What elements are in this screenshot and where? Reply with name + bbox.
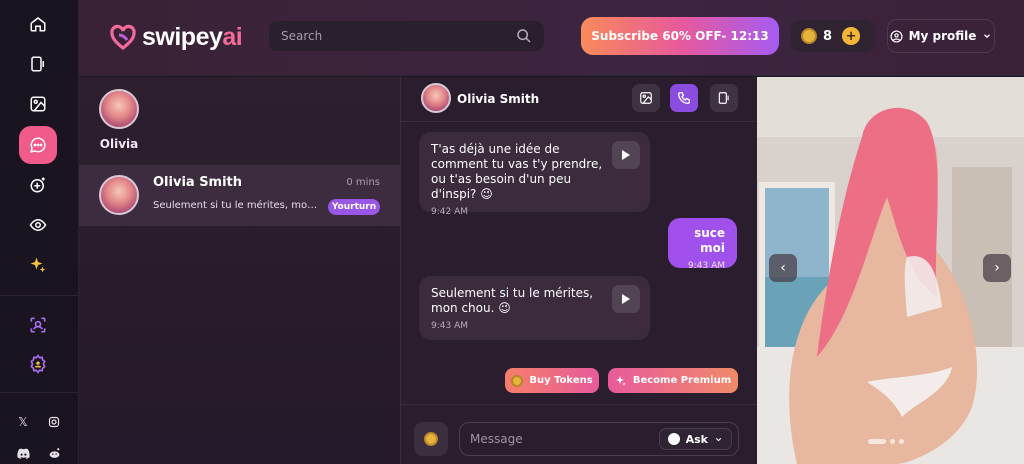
become-premium-button[interactable]: Become Premium (608, 368, 738, 393)
profile-photo-carousel: ‹ › (757, 77, 1024, 464)
message-incoming: Seulement si tu le mérites, mon chou. 😉 … (419, 276, 650, 340)
sidebar-item-create[interactable] (19, 166, 57, 204)
sidebar-item-settings[interactable] (19, 345, 57, 383)
sidebar-item-discover[interactable] (19, 306, 57, 344)
conversation-preview: Seulement si tu le mérites, mon chou. 😉 (153, 200, 321, 211)
home-icon (30, 17, 46, 32)
avatar (99, 89, 139, 129)
search-user-icon (30, 317, 46, 333)
message-text: suce moi (694, 226, 725, 255)
conversation-name: Olivia Smith (153, 175, 243, 190)
message-outgoing: suce moi 9:43 AM (668, 218, 737, 271)
carousel-dots (868, 439, 904, 444)
settings-icon (30, 354, 46, 374)
carousel-dot-active[interactable] (868, 439, 886, 444)
brand-name: swipeyai (142, 22, 243, 51)
chevron-down-icon (715, 437, 722, 441)
eye-icon (29, 218, 47, 232)
conversation-time: 0 mins (346, 177, 380, 188)
play-icon (622, 150, 630, 160)
token-count: 8 (823, 28, 833, 44)
discord-icon[interactable] (13, 443, 33, 463)
smile-icon (667, 433, 680, 445)
logo-heart-icon (110, 24, 136, 50)
sidebar-item-magic[interactable] (19, 246, 57, 284)
video-icon (31, 56, 44, 72)
sidebar-item-gallery[interactable] (19, 85, 57, 123)
chat-header: Olivia Smith (401, 77, 758, 122)
profile-label: My profile (908, 29, 977, 43)
reddit-icon[interactable] (44, 443, 64, 463)
sparkles-icon (615, 375, 626, 386)
instagram-icon[interactable] (44, 412, 64, 432)
next-photo-button[interactable]: › (983, 254, 1011, 282)
become-premium-label: Become Premium (632, 375, 732, 386)
gallery-button[interactable] (632, 84, 660, 112)
top-header: swipeyai Search Subscribe 60% OFF- 12:13… (79, 0, 1024, 76)
gallery-icon (30, 96, 46, 112)
conversations-panel: Olivia Olivia Smith 0 mins Seulement si … (79, 77, 400, 464)
ask-label: Ask (685, 432, 708, 446)
sparkles-icon (30, 257, 46, 273)
create-icon (30, 177, 45, 193)
sidebar-item-chat[interactable] (19, 126, 57, 164)
coin-button[interactable] (414, 422, 448, 456)
phone-icon (678, 92, 690, 104)
coin-icon (424, 432, 438, 446)
gallery-icon (640, 92, 652, 104)
coin-icon (801, 28, 817, 44)
avatar (99, 175, 139, 215)
chat-panel: Olivia Smith T'as déjà une idée de comme… (400, 77, 758, 464)
story-name: Olivia (99, 137, 139, 151)
sidebar-rail: 𝕏 (0, 0, 79, 464)
video-icon (718, 92, 729, 104)
coin-icon (511, 374, 524, 387)
brand-logo[interactable]: swipeyai (110, 22, 243, 52)
ask-dropdown[interactable]: Ask (658, 428, 732, 450)
call-button[interactable] (670, 84, 698, 112)
message-time: 9:42 AM (431, 207, 468, 217)
search-input[interactable]: Search (281, 29, 516, 43)
sidebar-item-videos[interactable] (19, 45, 57, 83)
carousel-dot[interactable] (899, 439, 904, 444)
message-time: 9:43 AM (688, 261, 725, 271)
chat-icon (30, 137, 46, 153)
sidebar-item-watch[interactable] (19, 206, 57, 244)
message-composer: Message Ask (401, 404, 758, 464)
video-button[interactable] (710, 84, 738, 112)
sidebar-item-home[interactable] (19, 5, 57, 43)
your-turn-badge: Yourturn (328, 199, 380, 215)
message-placeholder: Message (470, 432, 523, 446)
prev-photo-button[interactable]: ‹ (769, 254, 797, 282)
user-icon (890, 29, 903, 43)
subscribe-button[interactable]: Subscribe 60% OFF- 12:13 (581, 17, 779, 55)
message-incoming: T'as déjà une idée de comment tu vas t'y… (419, 132, 650, 217)
buy-tokens-button[interactable]: Buy Tokens (505, 368, 599, 393)
buy-tokens-label: Buy Tokens (529, 375, 593, 386)
avatar[interactable] (421, 83, 451, 113)
conversation-item[interactable]: Olivia Smith 0 mins Seulement si tu le m… (79, 165, 400, 226)
profile-button[interactable]: My profile (887, 19, 995, 53)
play-audio-button[interactable] (612, 141, 640, 169)
x-icon[interactable]: 𝕏 (13, 412, 33, 432)
token-balance[interactable]: 8 + (791, 20, 875, 52)
search-icon[interactable] (516, 28, 532, 44)
play-icon (622, 294, 630, 304)
play-audio-button[interactable] (612, 285, 640, 313)
rail-divider (0, 392, 79, 393)
message-text: Seulement si tu le mérites, mon chou. 😉 (431, 286, 594, 315)
add-tokens-button[interactable]: + (842, 27, 861, 45)
message-time: 9:43 AM (431, 321, 468, 331)
story-item-olivia[interactable]: Olivia (99, 89, 139, 151)
message-input[interactable]: Message Ask (459, 422, 739, 456)
message-text: T'as déjà une idée de comment tu vas t'y… (431, 142, 603, 201)
chat-contact-name: Olivia Smith (457, 92, 540, 106)
rail-divider (0, 295, 79, 296)
chevron-down-icon (984, 34, 991, 39)
carousel-dot[interactable] (890, 439, 895, 444)
search-bar[interactable]: Search (269, 21, 544, 51)
